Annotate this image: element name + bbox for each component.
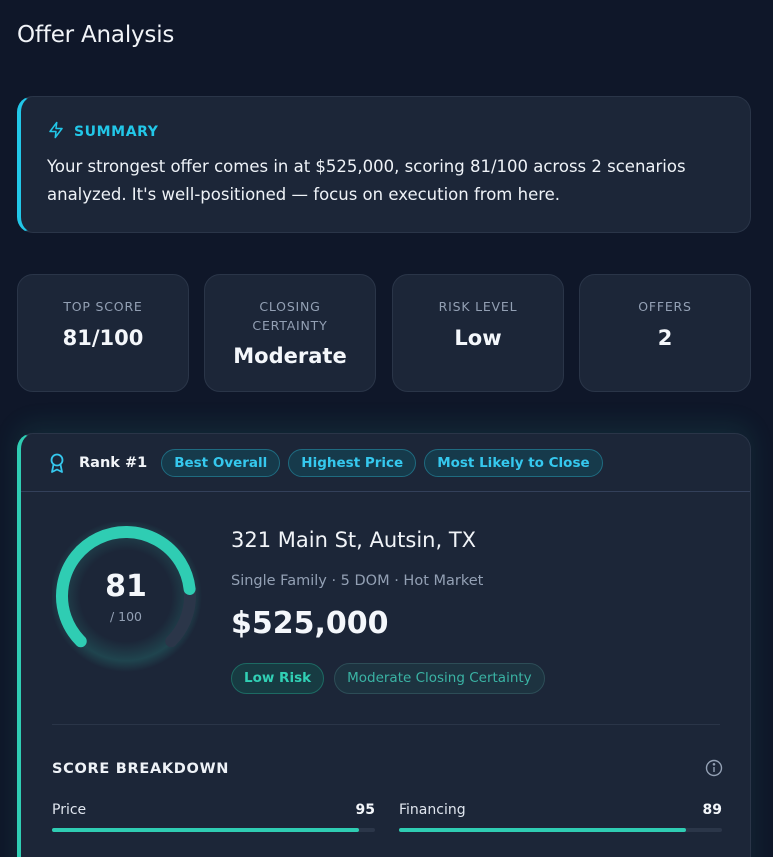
score-gauge: 81 / 100 [52,522,204,674]
badge-low-risk: Low Risk [231,663,325,694]
metric-price: Price 95 [52,802,375,832]
metric-value: 89 [702,802,722,818]
gauge-score: 81 [105,569,147,604]
rank-header: Rank #1 Best Overall Highest Price Most … [21,434,750,492]
stat-label: OFFERS [638,299,692,314]
award-icon [48,453,66,473]
summary-text: Your strongest offer comes in at $525,00… [47,157,686,204]
metric-bar-fill [399,828,687,832]
badge-closing-certainty: Moderate Closing Certainty [334,663,545,694]
rank-card[interactable]: Rank #1 Best Overall Highest Price Most … [17,433,751,857]
metric-bar [52,828,375,832]
metric-bar-fill [52,828,359,832]
metric-name: Price [52,802,87,818]
lightning-icon [47,121,65,143]
info-icon[interactable] [705,759,723,777]
gauge-out-of: / 100 [109,609,143,624]
stat-offers: OFFERS 2 [579,274,751,392]
stat-label: TOP SCORE [63,299,143,314]
property-meta: Single Family · 5 DOM · Hot Market [231,573,484,589]
stat-value: Moderate [233,344,347,368]
tag-best-overall: Best Overall [161,448,281,477]
metric-bar [399,828,722,832]
tag-highest-price: Highest Price [288,448,417,477]
offer-price: $525,000 [231,606,389,641]
metric-financing: Financing 89 [399,802,722,832]
stat-top-score: TOP SCORE 81/100 [17,274,189,392]
score-breakdown-title: SCORE BREAKDOWN [52,761,230,777]
stat-value: Low [454,326,502,350]
stat-label: RISK LEVEL [438,299,518,314]
stat-label: CLOSING CERTAINTY [252,299,328,333]
metric-name: Financing [399,802,466,818]
stat-risk-level: RISK LEVEL Low [392,274,564,392]
summary-card: SUMMARY Your strongest offer comes in at… [17,96,751,233]
summary-label: SUMMARY [74,124,159,140]
stat-value: 2 [657,326,673,350]
page-title: Offer Analysis [17,22,175,48]
metric-value: 95 [355,802,375,818]
property-address: 321 Main St, Autsin, TX [231,528,477,552]
stat-value: 81/100 [62,326,144,350]
rank-title: Rank #1 [79,454,148,471]
divider [52,724,720,725]
tag-most-likely-to-close: Most Likely to Close [424,448,603,477]
stats-row: TOP SCORE 81/100 CLOSING CERTAINTY Moder… [17,274,751,392]
stat-closing-certainty: CLOSING CERTAINTY Moderate [204,274,376,392]
